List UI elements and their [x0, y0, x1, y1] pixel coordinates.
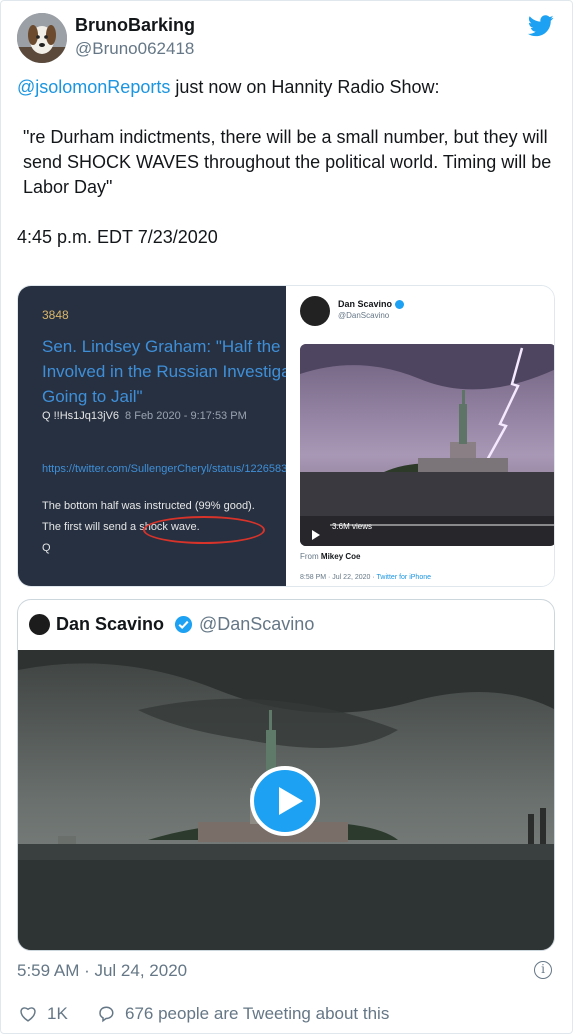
- info-icon[interactable]: i: [534, 961, 552, 979]
- post-time: 8 Feb 2020 - 9:17:53 PM: [125, 410, 247, 422]
- poster-id: Q !!Hs1Jq13jV6: [42, 410, 120, 422]
- author-name[interactable]: BrunoBarking: [75, 15, 195, 36]
- tweet-intro: @jsolomonReports just now on Hannity Rad…: [17, 75, 557, 100]
- quoted-handle[interactable]: @DanScavino: [199, 614, 314, 635]
- quoted-tweet[interactable]: Dan Scavino @DanScavino: [17, 599, 555, 951]
- scavino-avatar: [300, 296, 330, 326]
- like-count: 1K: [47, 1004, 68, 1023]
- intro-rest: just now on Hannity Radio Show:: [170, 77, 440, 97]
- screenshot-from: From Mikey Coe: [300, 552, 361, 561]
- screenshot-name: Dan Scavino: [338, 299, 404, 310]
- post-number: 3848: [42, 308, 69, 322]
- post-body-line1: The bottom half was instructed (99% good…: [42, 500, 255, 512]
- media-image-right[interactable]: Dan Scavino @DanScavino 3.6M views From …: [288, 286, 554, 586]
- media-image-left[interactable]: 3848 Sen. Lindsey Graham: "Half the Peop…: [18, 286, 286, 586]
- screenshot-views: 3.6M views: [332, 522, 373, 531]
- author-handle[interactable]: @Bruno062418: [75, 39, 194, 59]
- twitter-bird-icon[interactable]: [528, 15, 554, 37]
- verified-icon: [394, 300, 404, 310]
- tweet-text: @jsolomonReports just now on Hannity Rad…: [17, 75, 557, 275]
- post-meta: Q !!Hs1Jq13jV6 8 Feb 2020 - 9:17:53 PM: [42, 410, 247, 422]
- play-button[interactable]: [250, 766, 320, 836]
- like-button[interactable]: 1K: [19, 1004, 68, 1024]
- post-sign: Q: [42, 542, 51, 554]
- author-avatar[interactable]: [17, 13, 67, 63]
- quoted-avatar: [29, 614, 50, 635]
- quoted-video[interactable]: [18, 650, 554, 950]
- post-title: Sen. Lindsey Graham: "Half the People In…: [42, 337, 286, 406]
- lightning-photo: [300, 344, 554, 546]
- screenshot-handle: @DanScavino: [338, 311, 390, 320]
- red-circle-annotation: [143, 516, 265, 544]
- mention-link[interactable]: @jsolomonReports: [17, 77, 170, 97]
- verified-badge-icon: [174, 615, 193, 634]
- tweet-quote: "re Durham indictments, there will be a …: [23, 127, 552, 197]
- heart-icon: [20, 1007, 36, 1022]
- screenshot-time: 8:58 PM · Jul 22, 2020 · Twitter for iPh…: [300, 574, 431, 581]
- tweet-timestamp[interactable]: 5:59 AM · Jul 24, 2020: [17, 961, 187, 981]
- conversation-text: 676 people are Tweeting about this: [125, 1004, 390, 1023]
- quoted-name[interactable]: Dan Scavino: [56, 614, 164, 635]
- reply-bubble-icon: [99, 1006, 114, 1023]
- media-grid: 3848 Sen. Lindsey Graham: "Half the Peop…: [17, 285, 555, 587]
- post-link: https://twitter.com/SullengerCheryl/stat…: [42, 463, 286, 475]
- tweet-time-note: 4:45 p.m. EDT 7/23/2020: [17, 227, 218, 247]
- conversation-button[interactable]: 676 people are Tweeting about this: [97, 1004, 389, 1024]
- tweet-card: BrunoBarking @Bruno062418 @jsolomonRepor…: [0, 0, 573, 1034]
